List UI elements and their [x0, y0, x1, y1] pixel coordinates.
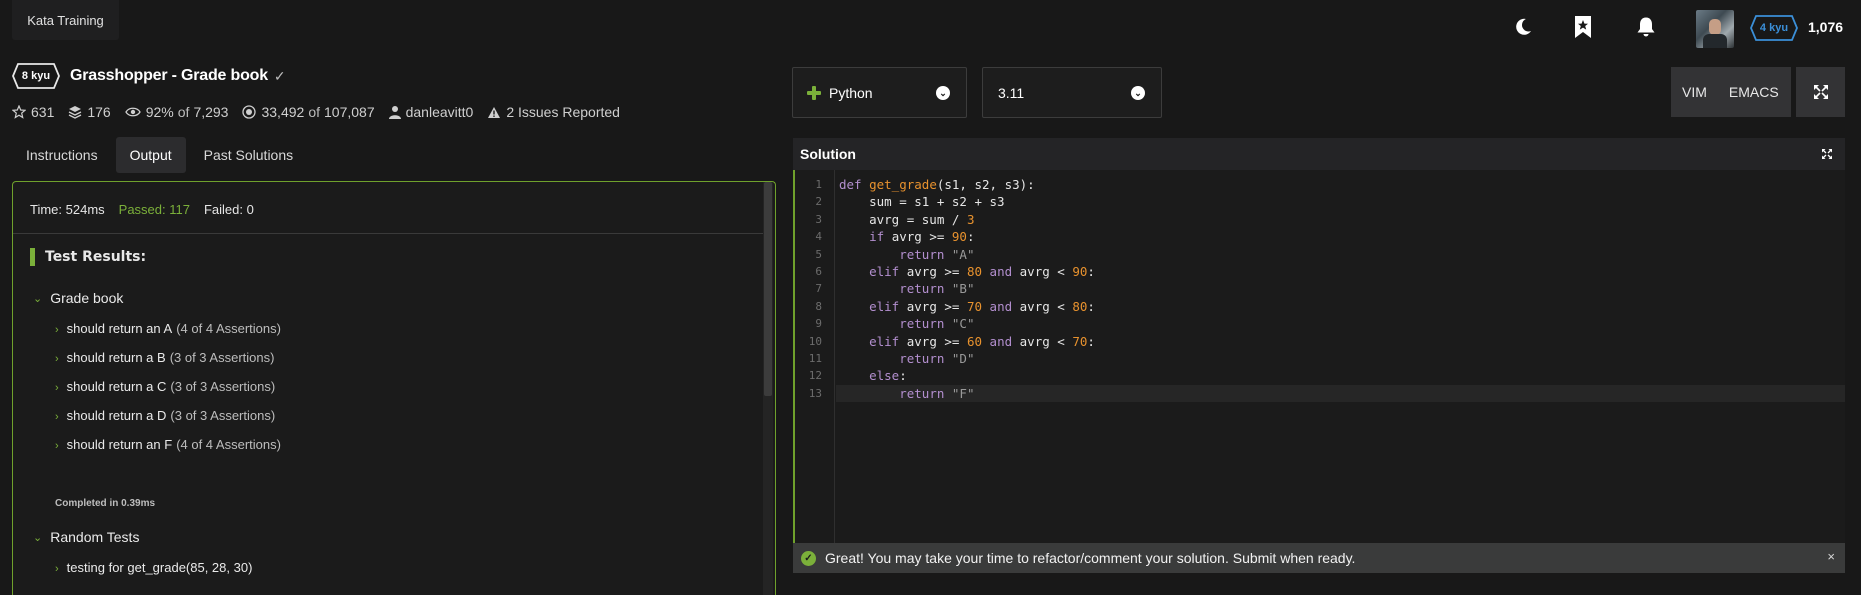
kata-title-row: 8 kyu Grasshopper - Grade book ✓: [12, 62, 286, 90]
tab-instructions[interactable]: Instructions: [12, 137, 112, 173]
test-results-heading: Test Results:: [30, 248, 146, 266]
chevron-right-icon: ›: [55, 353, 59, 365]
check-circle-icon: ✓: [801, 550, 816, 566]
list-item[interactable]: › should return a B (3 of 3 Assertions): [55, 350, 274, 365]
satisfaction-stat: 92% of 7,293: [124, 104, 228, 120]
solution-title: Solution: [800, 146, 856, 162]
chevron-right-icon: ›: [55, 440, 59, 452]
avatar[interactable]: [1696, 10, 1734, 48]
group-random-tests[interactable]: ⌄ Random Tests: [33, 529, 139, 545]
python-icon: [807, 85, 821, 100]
code-editor[interactable]: 1 2 3 4 5 6 7 8 9 10 11 12 13 def get_gr…: [793, 170, 1845, 545]
chevron-down-icon: ⌄: [936, 86, 950, 100]
kata-title[interactable]: Grasshopper - Grade book: [70, 67, 268, 85]
list-item[interactable]: › should return a C (3 of 3 Assertions): [55, 379, 275, 394]
warning-icon: [488, 106, 501, 118]
test-summary: Time: 524ms Passed: 117 Failed: 0: [30, 202, 254, 217]
expand-icon[interactable]: [1821, 148, 1833, 160]
issues-stat[interactable]: 2 Issues Reported: [487, 104, 620, 120]
close-icon[interactable]: ×: [1827, 549, 1835, 564]
list-item[interactable]: › should return an F (4 of 4 Assertions): [55, 437, 281, 452]
eye-icon: [124, 107, 141, 117]
layers-icon: [69, 106, 82, 119]
output-panel: Time: 524ms Passed: 117 Failed: 0 Test R…: [12, 181, 776, 595]
output-tabs: Instructions Output Past Solutions: [12, 137, 311, 173]
chevron-down-icon: ⌄: [1131, 86, 1145, 100]
target-icon: [242, 105, 257, 119]
fullscreen-button[interactable]: [1796, 67, 1845, 117]
current-line-highlight: [836, 385, 1845, 403]
chevron-right-icon: ›: [55, 382, 59, 394]
tab-past-solutions[interactable]: Past Solutions: [190, 137, 308, 173]
success-notification: ✓ Great! You may take your time to refac…: [793, 543, 1845, 573]
chevron-down-icon: ⌄: [33, 292, 43, 305]
bell-icon[interactable]: [1633, 14, 1659, 40]
group-grade-book[interactable]: ⌄ Grade book: [33, 290, 123, 306]
stars-stat[interactable]: 631: [12, 104, 54, 120]
failed-label: Failed: 0: [203, 202, 254, 217]
scrollbar-thumb[interactable]: [764, 182, 772, 396]
divider: [13, 233, 763, 234]
completed-stat: 33,492 of 107,087: [242, 104, 375, 120]
check-icon: ✓: [273, 67, 286, 84]
version-select[interactable]: 3.11 ⌄: [982, 67, 1162, 118]
time-label: Time: 524ms: [30, 202, 105, 217]
chevron-right-icon: ›: [55, 563, 59, 575]
chevron-down-icon: ⌄: [33, 531, 43, 544]
emacs-mode-button[interactable]: EMACS: [1718, 84, 1790, 100]
completed-time: Completed in 0.39ms: [55, 498, 156, 509]
list-item[interactable]: › should return a D (3 of 3 Assertions): [55, 408, 275, 423]
passed-label: Passed: 117: [118, 202, 190, 217]
list-item[interactable]: › should return an A (4 of 4 Assertions): [55, 321, 281, 336]
kata-stats: 631 176 92% of 7,293 33,492 of 107,087 d…: [12, 104, 634, 120]
author-stat[interactable]: danleavitt0: [388, 104, 473, 120]
star-icon: [12, 105, 26, 119]
tab-output[interactable]: Output: [115, 137, 186, 173]
editor-header: Solution: [793, 138, 1845, 170]
language-select[interactable]: Python ⌄: [792, 67, 967, 118]
user-rank-badge: 4 kyu: [1750, 15, 1798, 41]
chevron-right-icon: ›: [55, 411, 59, 423]
collections-stat[interactable]: 176: [68, 104, 111, 120]
moon-icon[interactable]: [1510, 14, 1536, 40]
editor-mode-group: VIM EMACS: [1671, 67, 1791, 117]
honor-count: 1,076: [1808, 19, 1844, 35]
bookmark-star-icon[interactable]: [1570, 14, 1596, 40]
chevron-right-icon: ›: [55, 324, 59, 336]
kata-training-tab[interactable]: Kata Training: [12, 0, 119, 40]
expand-icon: [1813, 85, 1828, 99]
vim-mode-button[interactable]: VIM: [1671, 84, 1718, 100]
scrollbar[interactable]: [763, 182, 773, 595]
kata-rank-badge: 8 kyu: [12, 63, 60, 89]
notification-message: Great! You may take your time to refacto…: [825, 550, 1356, 566]
line-number-gutter: 1 2 3 4 5 6 7 8 9 10 11 12 13: [795, 170, 835, 545]
list-item[interactable]: › testing for get_grade(85, 28, 30): [55, 560, 252, 575]
user-icon: [388, 106, 401, 119]
top-bar: Kata Training 4 kyu 1,076: [0, 0, 1861, 58]
